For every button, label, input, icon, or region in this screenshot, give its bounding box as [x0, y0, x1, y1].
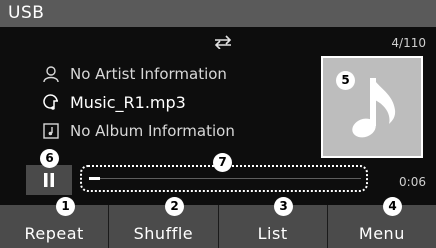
source-title: USB — [8, 3, 45, 23]
progress-track — [89, 177, 361, 180]
list-button-label: List — [257, 224, 288, 243]
person-icon — [43, 66, 59, 83]
callout-6: 6 — [40, 149, 59, 168]
track-counter: 4/110 — [391, 36, 426, 50]
shuffle-button[interactable]: Shuffle — [109, 205, 219, 248]
music-note-icon — [352, 78, 396, 138]
album-icon — [43, 123, 59, 139]
callout-5: 5 — [336, 71, 355, 90]
title-row: Music_R1.mp3 — [42, 90, 186, 114]
repeat-button[interactable]: Repeat — [0, 205, 110, 248]
list-button[interactable]: List — [218, 205, 328, 248]
album-art[interactable] — [321, 56, 423, 158]
callout-2: 2 — [165, 197, 184, 216]
title-bar: USB — [0, 0, 436, 27]
callout-1: 1 — [56, 197, 75, 216]
progress-fill — [89, 177, 100, 180]
callout-7: 7 — [213, 153, 232, 172]
artist-name: No Artist Information — [70, 65, 227, 83]
callout-4: 4 — [383, 197, 402, 216]
shuffle-button-label: Shuffle — [133, 224, 194, 243]
pause-icon — [44, 173, 54, 187]
callout-3: 3 — [274, 197, 293, 216]
menu-button[interactable]: Menu — [327, 205, 436, 248]
repeat-icon — [214, 35, 232, 49]
track-title: Music_R1.mp3 — [70, 92, 186, 112]
music-file-icon — [43, 94, 58, 110]
repeat-button-label: Repeat — [24, 224, 84, 243]
album-name: No Album Information — [70, 122, 235, 140]
album-row: No Album Information — [42, 119, 235, 143]
usb-player-screen: USB 4/110 No Artist Information Music_R1… — [0, 0, 436, 248]
menu-button-label: Menu — [358, 224, 405, 243]
elapsed-time: 0:06 — [399, 175, 426, 189]
artist-row: No Artist Information — [42, 62, 227, 86]
pause-button[interactable] — [26, 165, 72, 195]
